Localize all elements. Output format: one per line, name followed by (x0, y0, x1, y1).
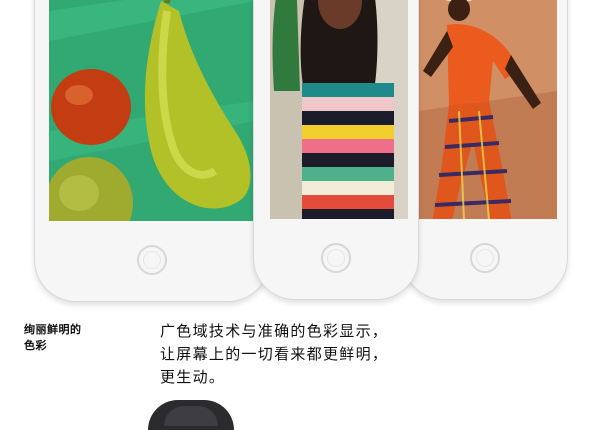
feature-description-line-1: 广色域技术与准确的色彩显示， (160, 322, 389, 340)
feature-description-line-3: 更生动。 (160, 368, 226, 386)
iphone-stripes (253, 0, 419, 300)
feature-description: 广色域技术与准确的色彩显示， 让屏幕上的一切看来都更鲜明， 更生动。 (160, 320, 460, 389)
feature-title: 绚丽鲜明的 色彩 (24, 323, 82, 352)
fruit-photo-image (49, 0, 255, 221)
fruit-photo-screen (49, 0, 255, 221)
feature-description-line-2: 让屏幕上的一切看来都更鲜明， (160, 345, 389, 363)
dancer-photo-screen (419, 0, 557, 219)
stripes-photo-image (270, 0, 408, 219)
stripes-photo-screen (270, 0, 408, 219)
iphone-fruit (34, 0, 270, 302)
home-button-1 (137, 245, 167, 275)
iphone-dancer (402, 0, 568, 300)
dancer-photo-image (419, 0, 557, 219)
device-peek-image (148, 400, 234, 430)
home-button-3 (470, 243, 500, 273)
home-button-2 (321, 243, 351, 273)
